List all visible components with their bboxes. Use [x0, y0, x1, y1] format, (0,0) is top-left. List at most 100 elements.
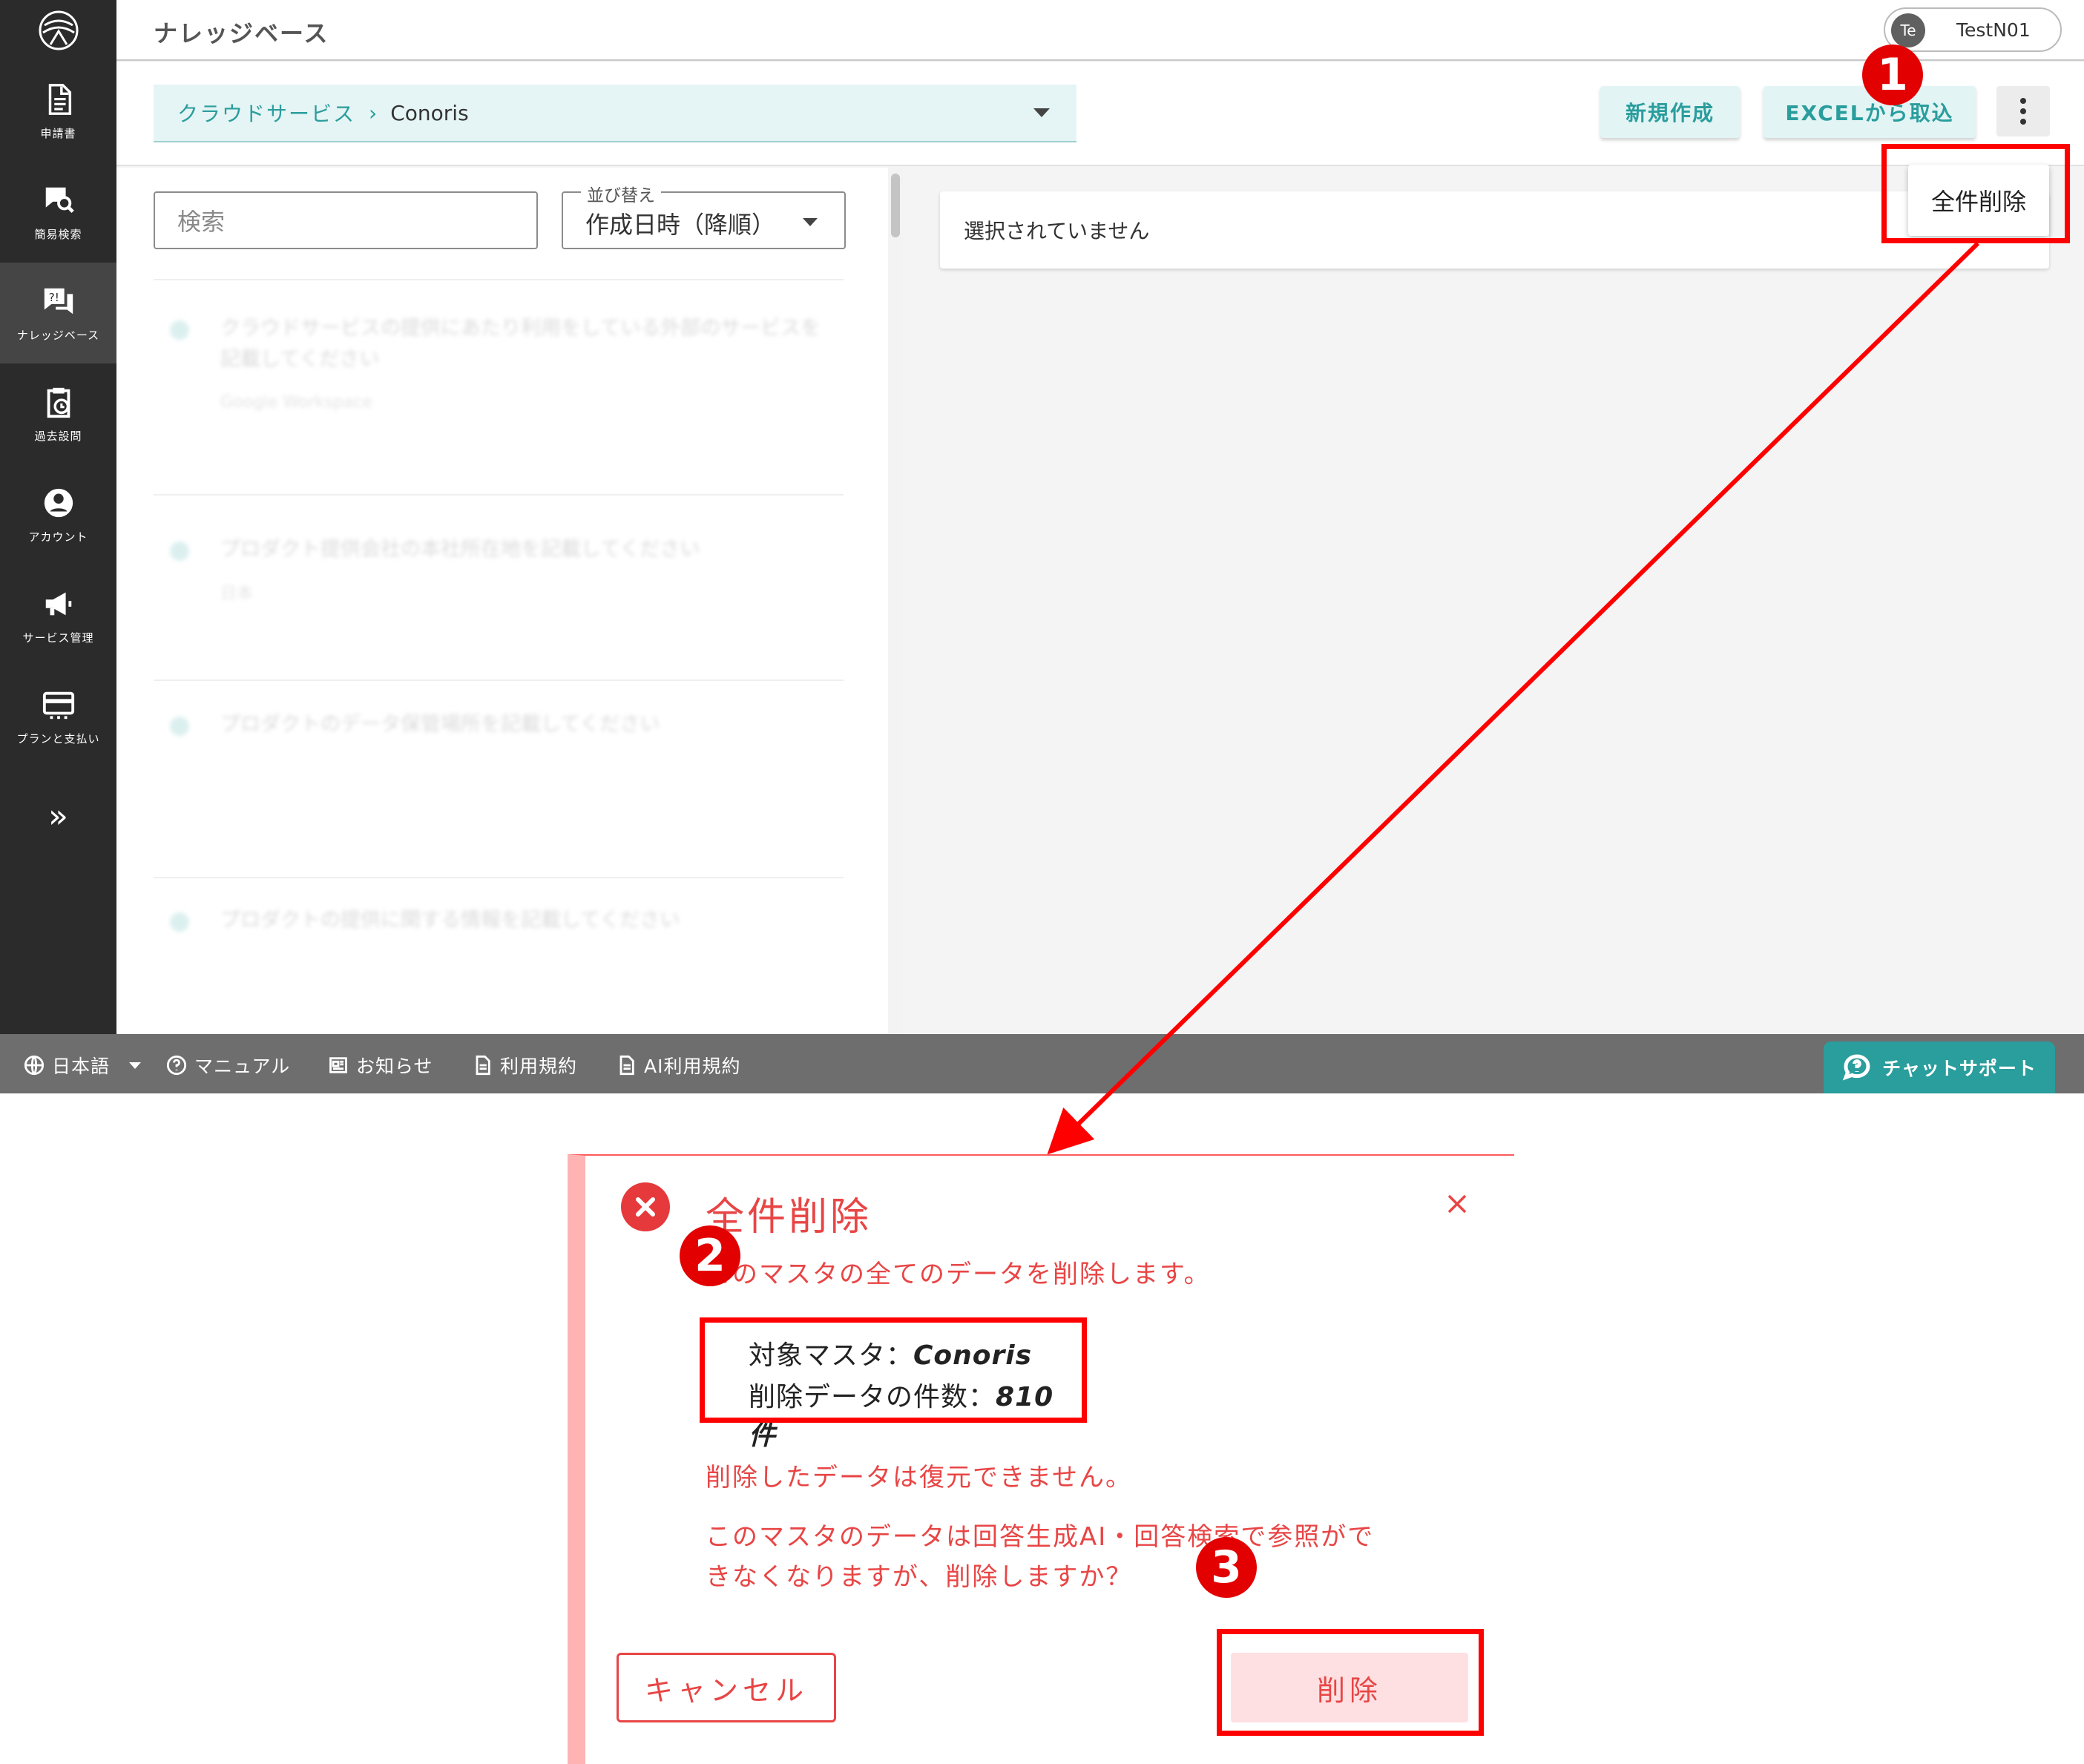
detail-panel: 選択されていません — [903, 168, 2084, 1034]
globe-icon — [24, 1055, 45, 1076]
logo-icon — [39, 10, 78, 50]
help-circle-icon — [166, 1055, 187, 1076]
sidebar-item-label: サービス管理 — [22, 631, 94, 645]
sidebar-item-quick-search[interactable]: 簡易検索 — [0, 162, 116, 263]
scrollbar-thumb[interactable] — [891, 174, 900, 237]
divider — [154, 679, 844, 681]
user-menu[interactable]: Te TestN01 — [1884, 7, 2062, 52]
scrollbar[interactable] — [888, 168, 903, 1034]
divider — [154, 877, 844, 878]
more-menu-button[interactable] — [1996, 86, 2050, 136]
step-badge-3: 3 — [1196, 1537, 1257, 1598]
chat-support-label: チャットサポート — [1882, 1058, 2037, 1079]
kebab-dot — [2020, 108, 2026, 114]
highlight-box-target-summary — [700, 1317, 1087, 1423]
news-link[interactable]: お知らせ — [328, 1052, 433, 1079]
account-icon — [44, 488, 73, 517]
step-badge-2: 2 — [680, 1225, 740, 1286]
chat-help-icon — [1842, 1054, 1870, 1081]
search-input[interactable]: 検索 — [154, 191, 538, 249]
sidebar-item-label: 申請書 — [40, 126, 76, 140]
sort-select[interactable]: 並び替え 作成日時（降順） — [562, 181, 846, 249]
breadcrumb-current: Conoris — [390, 100, 469, 125]
caret-down-icon — [129, 1062, 142, 1069]
list-item-answer: 日本 — [220, 585, 254, 603]
list-item-question: プロダクト提供会社の本社所在地を記載してください — [220, 538, 700, 561]
kebab-dot — [2020, 119, 2026, 125]
kebab-dot — [2020, 98, 2026, 104]
list-panel: 検索 並び替え 作成日時（降順） クラウドサービスの提供にあたり利用をしている外… — [116, 168, 903, 1034]
sidebar-item-account[interactable]: アカウント — [0, 464, 116, 565]
dialog-message: このマスタの全てのデータを削除します。 — [706, 1260, 1211, 1289]
sidebar-item-plan-billing[interactable]: プランと支払い — [0, 666, 116, 767]
page-title: ナレッジベース — [154, 19, 329, 47]
svg-text:?!: ?! — [48, 291, 59, 304]
ai-terms-link[interactable]: AI利用規約 — [616, 1052, 740, 1079]
footer-bar: 日本語 マニュアル お知らせ 利用規約 AI利用規約 チャットサポート — [0, 1034, 2084, 1093]
list-item[interactable]: プロダクトのデータ保管場所を記載してください — [154, 709, 844, 858]
terms-label: 利用規約 — [500, 1056, 578, 1077]
highlight-box-delete-all — [1881, 144, 2070, 243]
avatar: Te — [1891, 13, 1925, 47]
terms-link[interactable]: 利用規約 — [472, 1052, 577, 1079]
eye-icon — [170, 717, 189, 736]
sidebar-item-application[interactable]: 申請書 — [0, 61, 116, 162]
ai-reference-warning-line2: きなくなりますが、削除しますか？ — [706, 1562, 1133, 1592]
document-icon — [48, 83, 71, 115]
sidebar-item-label: ナレッジベース — [16, 328, 100, 342]
user-name: TestN01 — [1956, 19, 2031, 41]
card-icon — [42, 691, 74, 719]
list-item[interactable]: プロダクト提供会社の本社所在地を記載してください 日本 — [154, 534, 844, 660]
language-label: 日本語 — [52, 1056, 111, 1077]
chevron-right-icon: › — [369, 100, 378, 125]
language-selector[interactable]: 日本語 — [24, 1052, 142, 1079]
app-window: 申請書 簡易検索 ?! ナレッジベース 過去設問 アカウント サービス管理 プラ… — [0, 0, 2084, 1093]
divider — [154, 494, 844, 496]
caret-down-icon[interactable] — [1033, 108, 1050, 117]
breadcrumb-root[interactable]: クラウドサービス — [177, 98, 355, 128]
close-icon[interactable] — [1446, 1193, 1468, 1215]
double-chevron-right-icon: » — [48, 797, 68, 835]
top-bar: ナレッジベース Te TestN01 — [116, 0, 2084, 61]
ai-reference-warning-line1: このマスタのデータは回答生成AI・回答検索で参照がで — [706, 1522, 1375, 1552]
list-item-question: プロダクトのデータ保管場所を記載してください — [220, 713, 660, 736]
file-text-icon — [619, 1055, 634, 1076]
sidebar-item-service-management[interactable]: サービス管理 — [0, 565, 116, 666]
list-item-question: プロダクトの提供に関する情報を記載してください — [220, 909, 680, 932]
newspaper-icon — [329, 1057, 347, 1073]
app-logo[interactable] — [0, 0, 116, 61]
list-item[interactable]: プロダクトの提供に関する情報を記載してください — [154, 905, 844, 1016]
megaphone-icon — [45, 592, 71, 615]
manual-link[interactable]: マニュアル — [166, 1052, 290, 1079]
news-label: お知らせ — [356, 1056, 433, 1077]
highlight-box-delete-button — [1217, 1629, 1484, 1736]
sidebar-item-label: プランと支払い — [16, 731, 100, 746]
sidebar-item-label: アカウント — [28, 530, 88, 544]
sidebar-item-knowledge-base[interactable]: ?! ナレッジベース — [0, 263, 116, 363]
manual-label: マニュアル — [194, 1056, 291, 1077]
sidebar: 申請書 簡易検索 ?! ナレッジベース 過去設問 アカウント サービス管理 プラ… — [0, 0, 116, 1034]
ai-terms-label: AI利用規約 — [644, 1056, 741, 1077]
chat-search-icon — [45, 187, 74, 213]
caret-down-icon — [803, 218, 818, 226]
eye-icon — [170, 320, 189, 340]
sidebar-item-label: 過去設問 — [34, 429, 82, 443]
list-item-answer: Google Workspace — [220, 393, 372, 412]
breadcrumb[interactable]: クラウドサービス › Conoris — [154, 85, 1076, 142]
chat-support-button[interactable]: チャットサポート — [1824, 1041, 2055, 1093]
toolbar: クラウドサービス › Conoris 新規作成 EXCELから取込 — [116, 62, 2084, 166]
eye-icon — [170, 912, 189, 932]
eye-icon — [170, 542, 189, 561]
sidebar-expand-button[interactable]: » — [0, 786, 116, 846]
clipboard-clock-icon — [47, 387, 70, 418]
file-text-icon — [476, 1055, 490, 1076]
cancel-button[interactable]: キャンセル — [617, 1653, 836, 1722]
list-item[interactable]: クラウドサービスの提供にあたり利用をしている外部のサービスを記載してください G… — [154, 313, 844, 461]
sort-value: 作成日時（降順） — [585, 211, 776, 239]
new-button[interactable]: 新規作成 — [1600, 86, 1740, 138]
list-item-question: クラウドサービスの提供にあたり利用をしている外部のサービスを記載してください — [220, 317, 821, 371]
irreversible-warning: 削除したデータは復元できません。 — [706, 1463, 1132, 1493]
divider — [154, 279, 844, 280]
knowledge-icon: ?! — [44, 288, 73, 314]
sidebar-item-past-questions[interactable]: 過去設問 — [0, 363, 116, 464]
